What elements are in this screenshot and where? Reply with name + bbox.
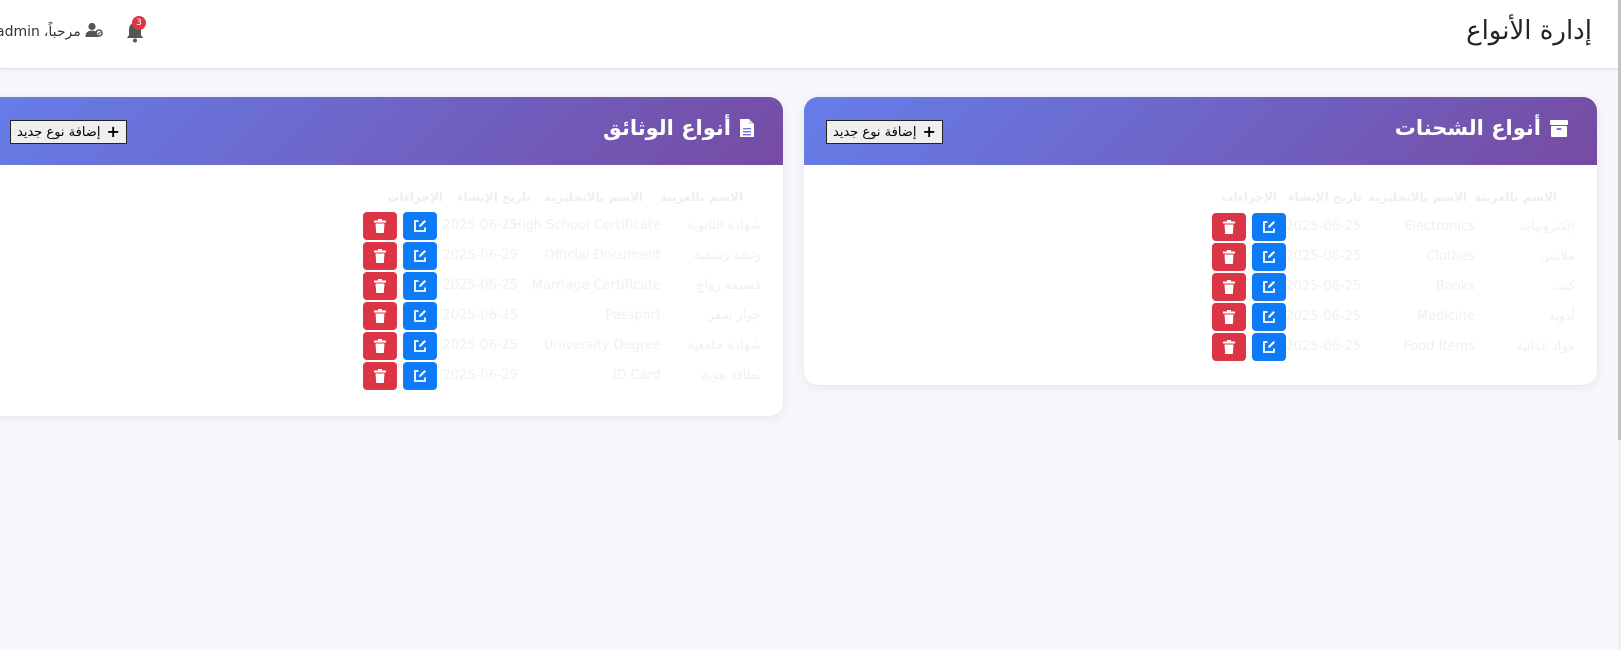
top-bar: إدارة الأنواع admin مرحباً، 3 [0, 0, 1621, 69]
table-row: شهادة جامعية University Degree 2025-06-2… [0, 332, 783, 362]
delete-button[interactable] [1212, 243, 1246, 271]
edit-button[interactable] [403, 302, 437, 330]
edit-button[interactable] [403, 212, 437, 240]
delete-button[interactable] [363, 242, 397, 270]
user-icon [85, 22, 103, 42]
edit-icon [414, 220, 426, 232]
table-row: كتب Books 2025-06-25 [804, 273, 1597, 303]
trash-icon [374, 369, 386, 383]
table-row: جواز سفر Passport 2025-06-25 [0, 302, 783, 332]
edit-button[interactable] [403, 362, 437, 390]
trash-icon [374, 279, 386, 293]
trash-icon [374, 309, 386, 323]
add-shipment-type-button[interactable]: + إضافة نوع جديد [826, 120, 943, 144]
trash-icon [1223, 340, 1235, 354]
page-title: إدارة الأنواع [1466, 16, 1592, 46]
delete-button[interactable] [363, 332, 397, 360]
username: admin [0, 24, 40, 40]
trash-icon [374, 339, 386, 353]
document-types-card: أنواع الوثائق + إضافة نوع جديد الاسم بال… [0, 97, 783, 416]
delete-button[interactable] [363, 272, 397, 300]
card-title: أنواع الشحنات [1395, 116, 1569, 140]
plus-icon: + [922, 122, 936, 141]
table-row: بطاقة هوية ID Card 2025-06-25 [0, 362, 783, 392]
edit-button[interactable] [1252, 273, 1286, 301]
edit-icon [1263, 341, 1275, 353]
box-icon [1550, 120, 1568, 137]
table-row: مواد غذائية Food Items 2025-06-25 [804, 333, 1597, 363]
user-menu[interactable]: admin مرحباً، [0, 22, 103, 42]
edit-button[interactable] [1252, 243, 1286, 271]
edit-button[interactable] [1252, 303, 1286, 331]
table-row: وثيقة رسمية Official Document 2025-06-25 [0, 242, 783, 272]
table-header: الاسم بالعربية الاسم بالانجليزية تاريخ ا… [1221, 190, 1557, 204]
table-row: شهادة الثانوية High School Certificate 2… [0, 212, 783, 242]
shipment-types-card: أنواع الشحنات + إضافة نوع جديد الاسم بال… [804, 97, 1597, 385]
edit-icon [414, 280, 426, 292]
edit-icon [414, 370, 426, 382]
table-header: الاسم بالعربية الاسم بالانجليزية تاريخ ا… [387, 190, 743, 204]
add-document-type-button[interactable]: + إضافة نوع جديد [10, 120, 127, 144]
trash-icon [1223, 310, 1235, 324]
trash-icon [1223, 250, 1235, 264]
edit-icon [414, 250, 426, 262]
edit-button[interactable] [403, 332, 437, 360]
edit-icon [1263, 281, 1275, 293]
edit-icon [1263, 311, 1275, 323]
edit-button[interactable] [403, 272, 437, 300]
file-icon [740, 119, 754, 137]
delete-button[interactable] [363, 212, 397, 240]
delete-button[interactable] [1212, 273, 1246, 301]
delete-button[interactable] [363, 302, 397, 330]
edit-icon [414, 310, 426, 322]
edit-icon [414, 340, 426, 352]
edit-icon [1263, 221, 1275, 233]
delete-button[interactable] [1212, 303, 1246, 331]
notification-badge: 3 [132, 16, 146, 30]
table-row: ملابس Clothes 2025-06-25 [804, 243, 1597, 273]
trash-icon [1223, 220, 1235, 234]
greeting: مرحباً، [43, 24, 81, 40]
card-header: أنواع الشحنات + إضافة نوع جديد [804, 97, 1597, 165]
edit-button[interactable] [1252, 333, 1286, 361]
delete-button[interactable] [363, 362, 397, 390]
edit-icon [1263, 251, 1275, 263]
card-title: أنواع الوثائق [603, 116, 755, 140]
delete-button[interactable] [1212, 213, 1246, 241]
edit-button[interactable] [1252, 213, 1286, 241]
delete-button[interactable] [1212, 333, 1246, 361]
trash-icon [374, 219, 386, 233]
plus-icon: + [106, 122, 120, 141]
table-row: أدوية Medicine 2025-06-25 [804, 303, 1597, 333]
trash-icon [1223, 280, 1235, 294]
trash-icon [374, 249, 386, 263]
card-header: أنواع الوثائق + إضافة نوع جديد [0, 97, 783, 165]
edit-button[interactable] [403, 242, 437, 270]
table-row: قسيمة زواج Marriage Certificate 2025-06-… [0, 272, 783, 302]
table-row: إلكترونيات Electronics 2025-06-25 [804, 213, 1597, 243]
